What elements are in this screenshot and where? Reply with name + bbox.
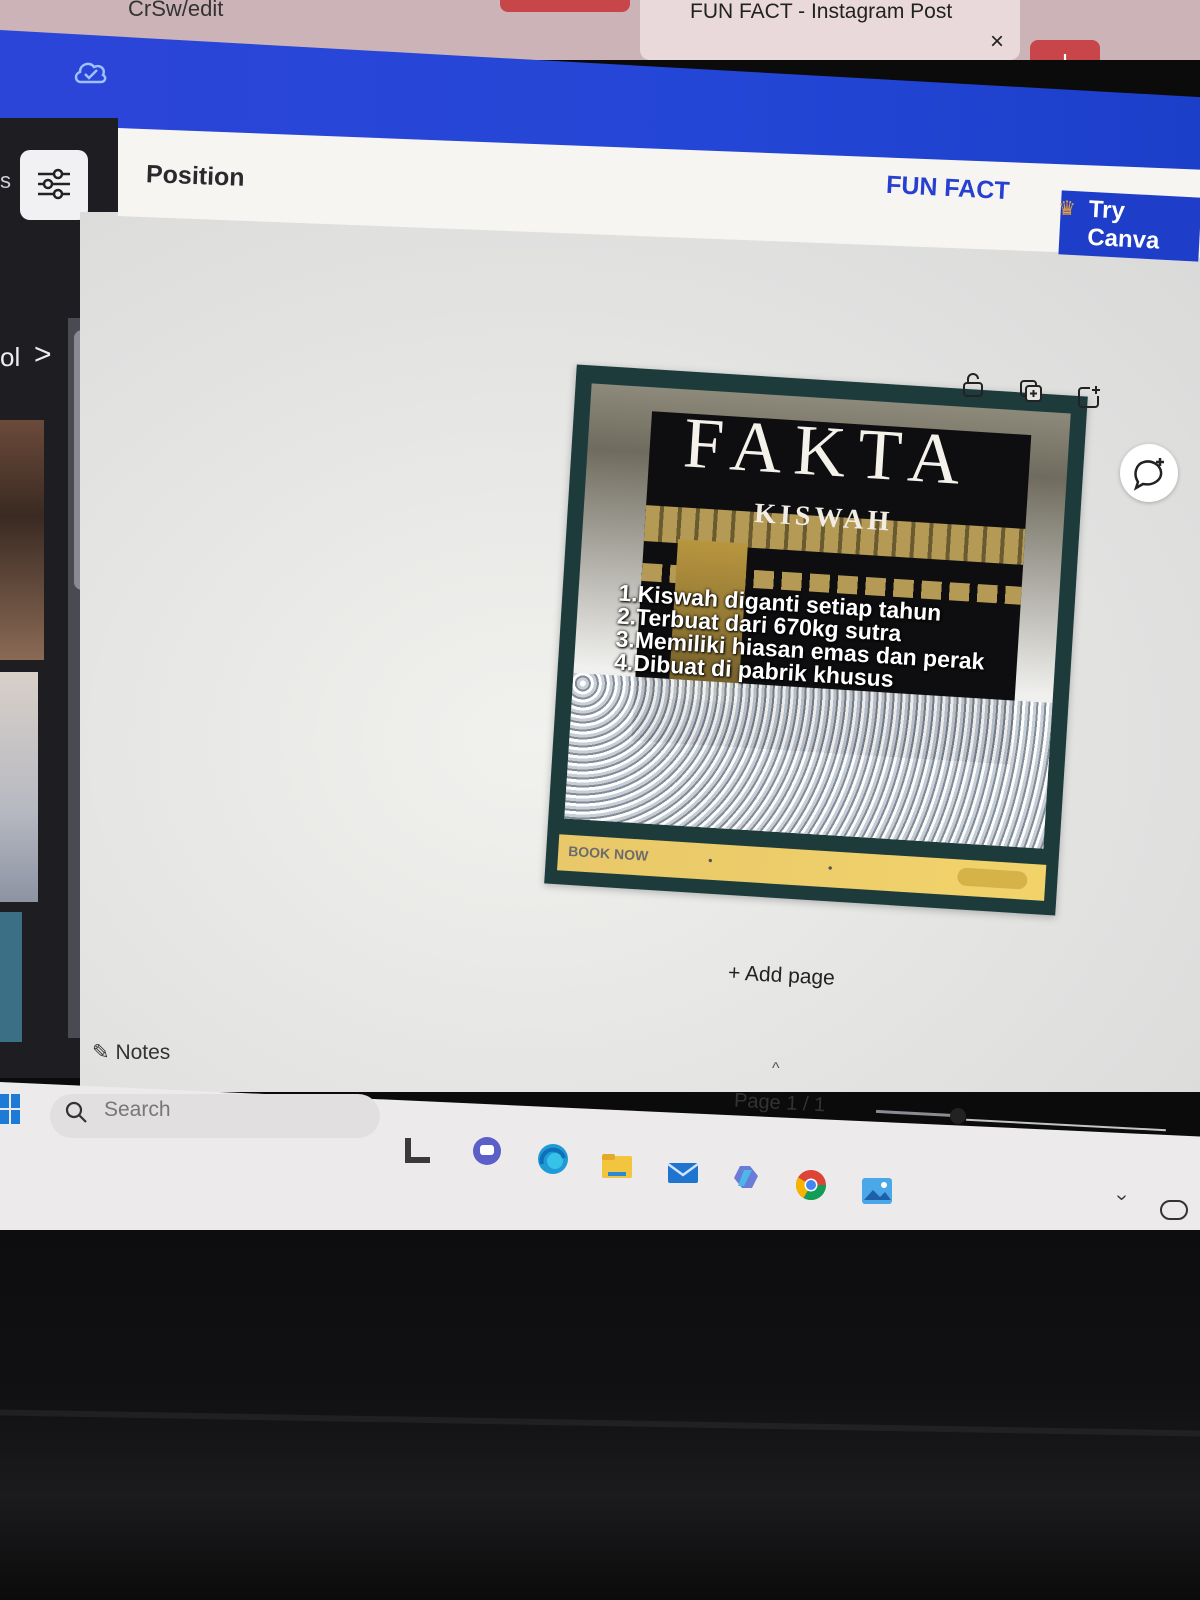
sidebar-section-label: ol: [0, 342, 21, 372]
file-explorer-icon[interactable]: [600, 1150, 634, 1184]
browser-tab-inactive[interactable]: [500, 0, 630, 12]
widgets-icon[interactable]: [402, 1134, 436, 1168]
filter-button[interactable]: [20, 150, 88, 220]
search-icon: [65, 1101, 87, 1123]
zoom-slider-handle[interactable]: [950, 1108, 966, 1124]
search-placeholder: Search: [104, 1098, 171, 1121]
template-thumbnail[interactable]: [0, 912, 22, 1042]
position-button[interactable]: Position: [145, 160, 246, 193]
photos-app-icon[interactable]: [860, 1174, 894, 1208]
zoom-slider-track[interactable]: [875, 1109, 957, 1118]
facebook-icon: ●: [707, 855, 714, 865]
whatsapp-icon: ●: [827, 863, 833, 873]
add-comment-button[interactable]: [1120, 444, 1178, 502]
new-tab-button[interactable]: +: [1030, 40, 1100, 60]
copilot-icon[interactable]: [730, 1160, 764, 1194]
onedrive-icon[interactable]: [1160, 1200, 1188, 1220]
tray-overflow-icon[interactable]: ‹: [1110, 1194, 1133, 1201]
pilgrim-crowd: [564, 672, 1053, 849]
url-text[interactable]: CrSw/edit: [128, 0, 223, 22]
page-indicator[interactable]: Page 1 / 1: [733, 1090, 826, 1118]
duplicate-page-icon[interactable]: [1018, 378, 1044, 404]
brand-logo: [956, 867, 1028, 890]
sliders-icon: [38, 168, 70, 200]
chrome-icon[interactable]: [794, 1168, 828, 1202]
book-now-text: BOOK NOW: [567, 842, 649, 864]
design-page[interactable]: FAKTA KISWAH 1.Kiswah diganti setiap tah…: [544, 364, 1088, 916]
template-thumbnail[interactable]: [0, 420, 44, 660]
cloud-saved-icon[interactable]: [72, 56, 110, 88]
kaaba-photo: FAKTA KISWAH 1.Kiswah diganti setiap tah…: [564, 383, 1071, 849]
tab-close-icon[interactable]: ×: [990, 28, 1004, 56]
tab-title: FUN FACT - Instagram Post: [690, 0, 953, 23]
teams-chat-icon[interactable]: [470, 1134, 504, 1168]
unlock-icon[interactable]: [960, 372, 986, 398]
add-page-icon[interactable]: [1076, 384, 1102, 410]
pencil-icon: ✎: [92, 1041, 110, 1064]
windows-start-icon[interactable]: [0, 1092, 22, 1128]
chevron-right-icon[interactable]: >: [34, 338, 52, 372]
template-thumbnail[interactable]: [0, 672, 38, 902]
comment-plus-icon: [1133, 458, 1164, 491]
notes-button[interactable]: ✎ Notes: [92, 1040, 170, 1065]
taskbar-search-box[interactable]: [50, 1094, 380, 1138]
sidebar-tab-label[interactable]: s: [0, 168, 11, 194]
crown-icon: ♛: [1058, 198, 1076, 220]
chevron-up-icon[interactable]: ^: [772, 1060, 780, 1078]
notes-label: Notes: [115, 1041, 171, 1064]
edge-browser-icon[interactable]: [536, 1142, 570, 1176]
mail-icon[interactable]: [666, 1156, 700, 1190]
try-canva-pro-button[interactable]: Try Canva: [1058, 190, 1200, 262]
